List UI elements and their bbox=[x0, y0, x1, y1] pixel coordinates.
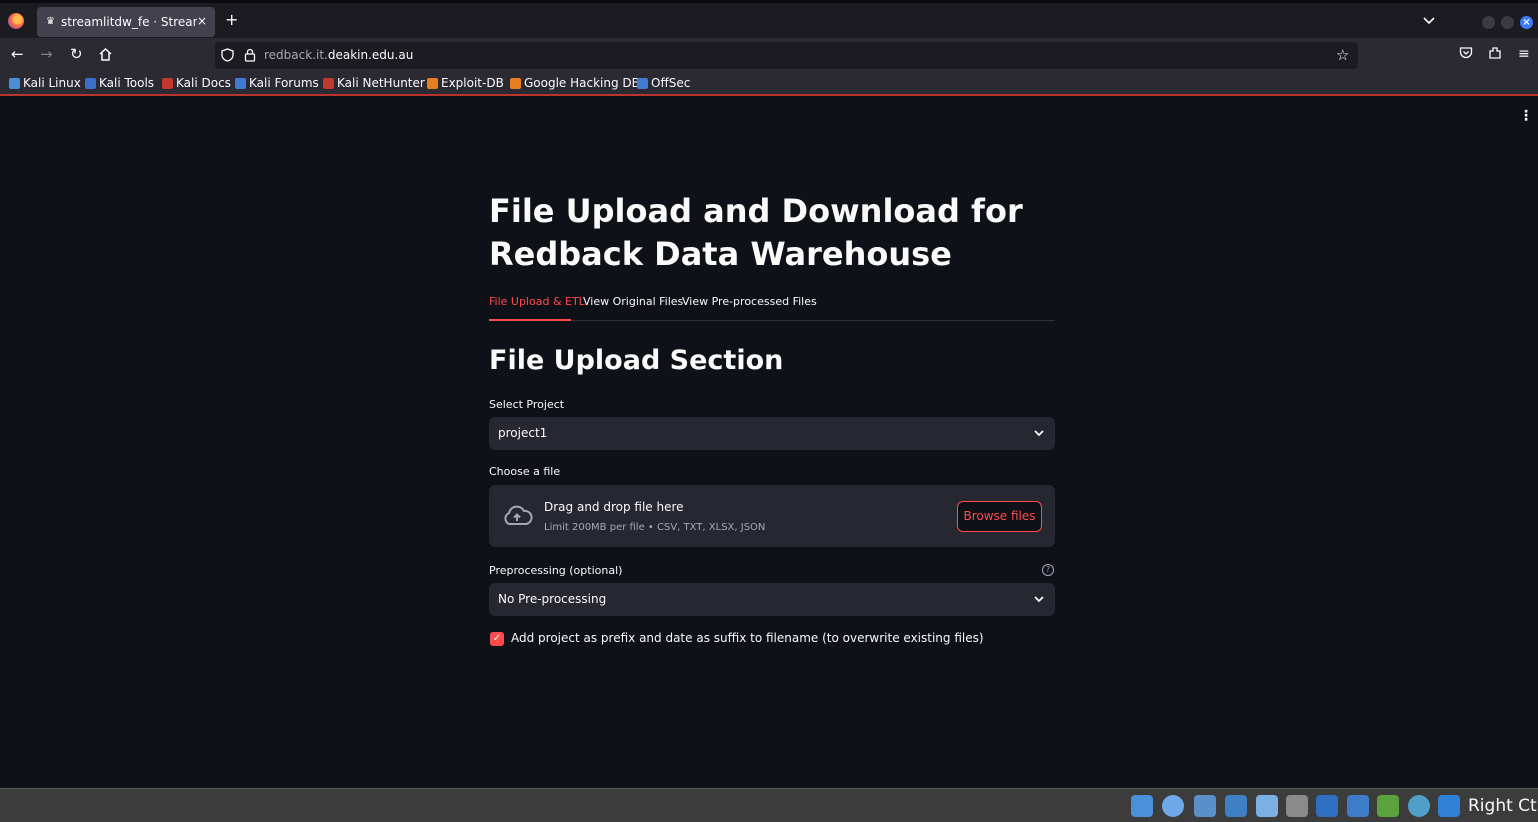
bookmark-label: Exploit-DB bbox=[441, 76, 504, 90]
page-title: File Upload and Download for Redback Dat… bbox=[489, 192, 1023, 273]
bookmark-label: Kali Linux bbox=[23, 76, 81, 90]
pocket-icon[interactable] bbox=[1459, 46, 1473, 60]
dropzone-title: Drag and drop file here bbox=[544, 500, 684, 514]
url-bar[interactable]: redback.it.deakin.edu.au ☆ bbox=[215, 42, 1358, 69]
network-icon[interactable] bbox=[1225, 795, 1247, 817]
tab-file-upload-etl[interactable]: File Upload & ETL bbox=[489, 295, 585, 321]
tracking-shield-icon[interactable] bbox=[221, 48, 234, 62]
usb-icon[interactable] bbox=[1256, 795, 1278, 817]
preprocessing-select-value: No Pre-processing bbox=[498, 592, 607, 606]
new-tab-button[interactable]: + bbox=[225, 12, 238, 28]
kali-forums-icon bbox=[235, 77, 246, 89]
browse-files-button[interactable]: Browse files bbox=[957, 501, 1042, 532]
section-title: File Upload Section bbox=[489, 345, 784, 376]
audio-icon[interactable] bbox=[1194, 795, 1216, 817]
shared-folder-icon[interactable] bbox=[1286, 795, 1308, 817]
prefix-suffix-checkbox-label[interactable]: Add project as prefix and date as suffix… bbox=[511, 631, 984, 645]
select-project-label: Select Project bbox=[489, 398, 565, 411]
tab-view-original-files[interactable]: View Original Files bbox=[583, 295, 683, 321]
menu-hamburger-icon[interactable]: ≡ bbox=[1518, 46, 1530, 62]
keyboard-capture-icon[interactable] bbox=[1438, 795, 1460, 817]
streamlit-app: ⋮ File Upload and Download for Redback D… bbox=[0, 98, 1538, 788]
bookmarks-toolbar: Kali Linux Kali Tools Kali Docs Kali For… bbox=[0, 72, 1538, 96]
browser-tab-bar: ♛ streamlitdw_fe · Streamlit × + × bbox=[0, 0, 1538, 38]
home-icon[interactable] bbox=[98, 47, 113, 62]
minimize-window-button[interactable] bbox=[1482, 16, 1495, 29]
bookmark-exploit-db[interactable]: Exploit-DB bbox=[427, 76, 504, 90]
host-key-label: Right Ctrl bbox=[1468, 796, 1538, 816]
kali-docs-icon bbox=[162, 77, 173, 89]
guest-additions-icon[interactable] bbox=[1408, 795, 1430, 817]
optical-drive-icon[interactable] bbox=[1162, 795, 1184, 817]
help-tooltip-icon[interactable]: ? bbox=[1042, 564, 1054, 576]
preprocessing-select[interactable]: No Pre-processing bbox=[489, 583, 1055, 616]
app-menu-kebab-icon[interactable]: ⋮ bbox=[1519, 108, 1533, 124]
video-capture-icon[interactable] bbox=[1347, 795, 1369, 817]
project-select-value: project1 bbox=[498, 426, 548, 440]
tab-view-preprocessed-files[interactable]: View Pre-processed Files bbox=[682, 295, 817, 321]
bookmark-kali-linux[interactable]: Kali Linux bbox=[9, 76, 81, 90]
nethunter-icon bbox=[323, 77, 334, 89]
url-host: deakin.edu.au bbox=[327, 48, 414, 62]
browser-nav-bar: ← → ↻ redback.it.deakin.edu.au ☆ ≡ bbox=[0, 38, 1538, 72]
reload-icon[interactable]: ↻ bbox=[70, 46, 83, 62]
offsec-icon bbox=[637, 77, 648, 89]
maximize-window-button[interactable] bbox=[1501, 16, 1514, 29]
firefox-logo-icon[interactable] bbox=[8, 13, 24, 29]
browser-tab[interactable]: ♛ streamlitdw_fe · Streamlit × bbox=[37, 7, 215, 37]
tab-title: streamlitdw_fe · Streamlit bbox=[61, 15, 197, 29]
extensions-puzzle-icon[interactable] bbox=[1488, 46, 1502, 60]
bookmark-label: Kali Tools bbox=[99, 76, 155, 90]
cpu-icon[interactable] bbox=[1377, 795, 1399, 817]
chevron-down-icon bbox=[1034, 430, 1044, 437]
project-select[interactable]: project1 bbox=[489, 417, 1055, 450]
lock-icon[interactable] bbox=[244, 48, 256, 62]
bookmark-star-icon[interactable]: ☆ bbox=[1336, 46, 1349, 64]
url-text[interactable]: redback.it.deakin.edu.au bbox=[264, 48, 413, 62]
forward-arrow-icon[interactable]: → bbox=[40, 46, 53, 62]
back-arrow-icon[interactable]: ← bbox=[11, 46, 24, 62]
bookmark-kali-tools[interactable]: Kali Tools bbox=[85, 76, 154, 90]
prefix-suffix-checkbox[interactable]: ✓ bbox=[490, 632, 504, 646]
kali-tools-icon bbox=[85, 77, 96, 89]
choose-file-label: Choose a file bbox=[489, 465, 561, 478]
bookmark-label: Kali Forums bbox=[249, 76, 319, 90]
bookmark-google-hacking-db[interactable]: Google Hacking DB bbox=[510, 76, 640, 90]
chevron-down-icon bbox=[1034, 596, 1044, 603]
exploit-db-icon bbox=[427, 77, 438, 89]
display-icon[interactable] bbox=[1316, 795, 1338, 817]
bookmark-offsec[interactable]: OffSec bbox=[637, 76, 690, 90]
file-dropzone[interactable]: Drag and drop file here Limit 200MB per … bbox=[489, 485, 1055, 547]
tab-list: File Upload & ETL View Original Files Vi… bbox=[489, 295, 1055, 321]
bookmark-label: Google Hacking DB bbox=[524, 76, 640, 90]
bookmark-kali-docs[interactable]: Kali Docs bbox=[162, 76, 231, 90]
tab-list-chevron-icon[interactable] bbox=[1422, 14, 1436, 28]
url-prefix: redback.it. bbox=[264, 48, 328, 62]
storage-icon[interactable] bbox=[1131, 795, 1153, 817]
close-window-button[interactable]: × bbox=[1520, 16, 1533, 29]
streamlit-favicon-icon: ♛ bbox=[46, 16, 55, 27]
bookmark-kali-nethunter[interactable]: Kali NetHunter bbox=[323, 76, 425, 90]
bookmark-label: OffSec bbox=[651, 76, 691, 90]
kali-dragon-icon bbox=[9, 77, 20, 89]
dropzone-limit-text: Limit 200MB per file • CSV, TXT, XLSX, J… bbox=[544, 522, 766, 533]
bookmark-label: Kali NetHunter bbox=[337, 76, 425, 90]
bookmark-kali-forums[interactable]: Kali Forums bbox=[235, 76, 319, 90]
tab-close-icon[interactable]: × bbox=[197, 14, 207, 28]
preprocessing-label: Preprocessing (optional) bbox=[489, 564, 623, 577]
cloud-upload-icon bbox=[504, 505, 533, 525]
ghdb-icon bbox=[510, 77, 521, 89]
host-taskbar: Right Ctrl bbox=[0, 788, 1538, 822]
bookmark-label: Kali Docs bbox=[176, 76, 231, 90]
